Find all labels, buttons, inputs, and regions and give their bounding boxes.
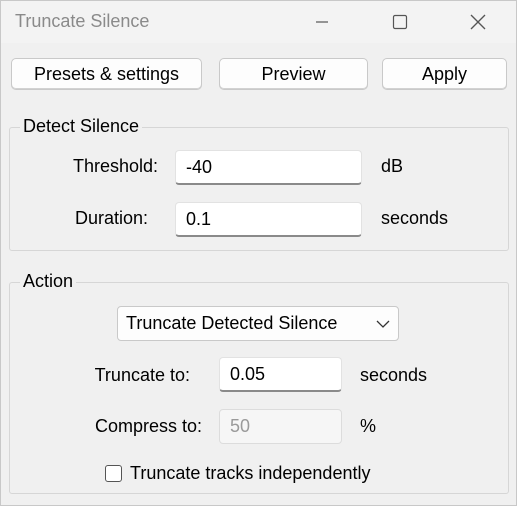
checkbox-box[interactable] bbox=[105, 465, 122, 482]
minimize-button[interactable] bbox=[293, 1, 351, 43]
truncate-to-value: 0.05 bbox=[230, 363, 266, 384]
duration-input[interactable]: 0.1 bbox=[175, 202, 362, 237]
close-button[interactable] bbox=[449, 1, 507, 43]
compress-to-input[interactable]: 50 bbox=[219, 409, 342, 444]
compress-to-value: 50 bbox=[230, 416, 251, 436]
duration-label: Duration: bbox=[74, 208, 148, 228]
truncate-to-label: Truncate to: bbox=[94, 365, 190, 385]
truncate-independently-checkbox[interactable]: Truncate tracks independently bbox=[105, 461, 405, 485]
maximize-icon bbox=[392, 14, 408, 30]
close-icon bbox=[470, 14, 486, 30]
presets-settings-button[interactable]: Presets & settings bbox=[11, 58, 202, 90]
window-title: Truncate Silence bbox=[15, 11, 150, 31]
chevron-down-icon bbox=[376, 320, 390, 328]
maximize-button[interactable] bbox=[371, 1, 429, 43]
duration-unit: seconds bbox=[381, 208, 449, 228]
action-mode-select[interactable]: Truncate Detected Silence bbox=[117, 306, 399, 341]
truncate-independently-label: Truncate tracks independently bbox=[130, 463, 371, 483]
threshold-value: -40 bbox=[186, 156, 213, 177]
compress-to-label: Compress to: bbox=[94, 416, 202, 436]
minimize-icon bbox=[316, 21, 328, 23]
apply-button[interactable]: Apply bbox=[382, 58, 507, 90]
detect-silence-heading: Detect Silence bbox=[20, 116, 143, 137]
preview-button[interactable]: Preview bbox=[219, 58, 368, 90]
threshold-input[interactable]: -40 bbox=[175, 150, 362, 185]
action-mode-value: Truncate Detected Silence bbox=[126, 313, 338, 333]
threshold-label: Threshold: bbox=[72, 156, 158, 176]
truncate-to-input[interactable]: 0.05 bbox=[219, 357, 342, 392]
truncate-silence-dialog: Truncate Silence Presets & settings Prev… bbox=[0, 0, 517, 506]
duration-value: 0.1 bbox=[186, 208, 212, 229]
compress-to-unit: % bbox=[360, 416, 377, 436]
truncate-to-unit: seconds bbox=[360, 365, 428, 385]
title-bar: Truncate Silence bbox=[1, 1, 516, 43]
threshold-unit: dB bbox=[381, 156, 404, 176]
action-heading: Action bbox=[20, 271, 77, 292]
